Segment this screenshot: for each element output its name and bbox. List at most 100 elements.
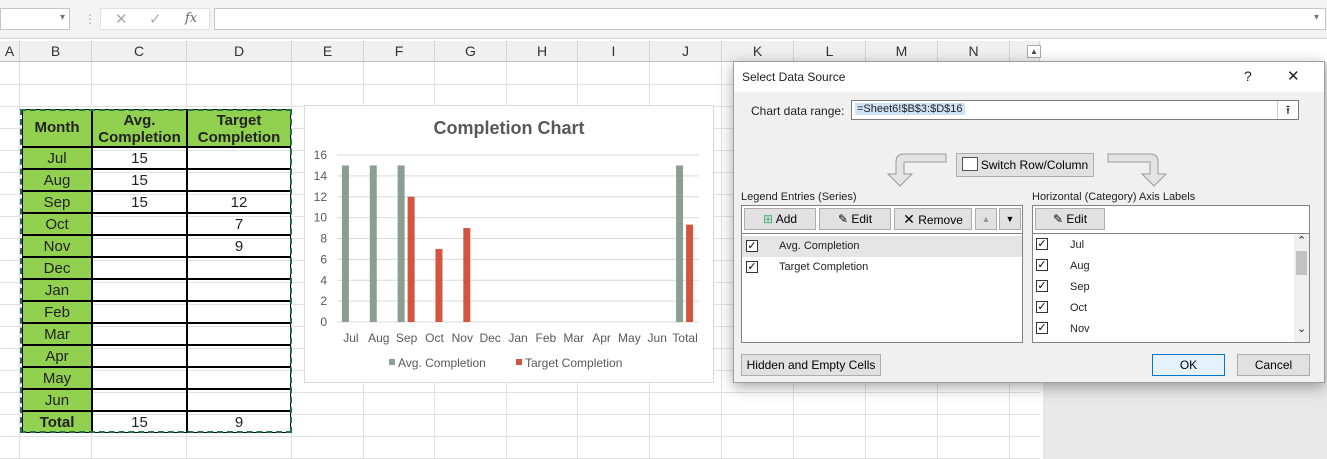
table-cell[interactable] xyxy=(187,389,291,411)
checkbox[interactable]: ✓ xyxy=(1036,259,1048,271)
table-cell[interactable]: Apr xyxy=(22,345,92,367)
checkbox[interactable]: ✓ xyxy=(1036,322,1048,334)
axis-label-item[interactable]: ✓ Jul xyxy=(1033,236,1293,257)
column-header-e[interactable]: E xyxy=(292,41,364,62)
name-box-dropdown-icon[interactable]: ▾ xyxy=(60,12,65,23)
column-header-j[interactable]: J xyxy=(650,41,722,62)
name-box[interactable]: ▾ xyxy=(0,8,70,30)
series-item[interactable]: ✓ Target Completion xyxy=(742,257,1022,278)
table-cell[interactable]: Jul xyxy=(22,147,92,169)
table-cell[interactable] xyxy=(92,345,187,367)
table-cell[interactable] xyxy=(92,213,187,235)
table-cell[interactable]: Dec xyxy=(22,257,92,279)
chart-range-input[interactable]: =Sheet6!$B$3:$D$16 ⭱ xyxy=(851,100,1299,120)
column-header-l[interactable]: L xyxy=(794,41,866,62)
checkbox[interactable]: ✓ xyxy=(1036,238,1048,250)
table-cell[interactable] xyxy=(187,323,291,345)
cancel-button[interactable]: Cancel xyxy=(1237,354,1310,376)
table-cell[interactable] xyxy=(92,323,187,345)
checkbox[interactable]: ✓ xyxy=(746,240,758,252)
table-cell[interactable] xyxy=(187,257,291,279)
table-cell[interactable] xyxy=(92,389,187,411)
table-cell[interactable] xyxy=(187,345,291,367)
insert-function-icon[interactable]: fx xyxy=(185,11,197,26)
axis-label-item[interactable]: ✓ Sep xyxy=(1033,278,1293,299)
close-icon[interactable]: ✕ xyxy=(1287,67,1300,85)
add-series-button[interactable]: ⊞ Add xyxy=(744,208,816,230)
table-cell[interactable] xyxy=(92,367,187,389)
table-cell[interactable] xyxy=(187,367,291,389)
axis-labels-list[interactable]: ⌃ ⌄ ✓ Jul ✓ Aug ✓ Sep ✓ Oct ✓ Nov xyxy=(1032,233,1310,343)
move-down-button[interactable]: ▼ xyxy=(999,208,1021,230)
axis-label-item[interactable]: ✓ Nov xyxy=(1033,320,1293,341)
table-cell[interactable]: Oct xyxy=(22,213,92,235)
table-total-cell[interactable]: 9 xyxy=(187,411,291,433)
table-cell[interactable]: May xyxy=(22,367,92,389)
formula-buttons: ✕ ✓ fx xyxy=(100,8,210,30)
table-cell[interactable] xyxy=(187,169,291,191)
hidden-empty-cells-button[interactable]: Hidden and Empty Cells xyxy=(741,354,881,376)
table-cell[interactable] xyxy=(187,301,291,323)
scroll-up-icon[interactable]: ⌃ xyxy=(1297,234,1306,247)
column-header-b[interactable]: B xyxy=(20,41,92,62)
table-total-cell[interactable]: 15 xyxy=(92,411,187,433)
column-header-d[interactable]: D xyxy=(187,41,292,62)
axis-list-scrollbar[interactable]: ⌃ ⌄ xyxy=(1294,234,1309,342)
table-cell[interactable]: Mar xyxy=(22,323,92,345)
checkbox[interactable]: ✓ xyxy=(1036,301,1048,313)
axis-label-item[interactable]: ✓ Aug xyxy=(1033,257,1293,278)
column-header-g[interactable]: G xyxy=(435,41,507,62)
table-cell[interactable] xyxy=(187,147,291,169)
completion-chart[interactable]: Completion Chart 0 2 4 6 8 10 12 14 16 Jul Aug Sep Oc… xyxy=(305,106,713,382)
column-header-i[interactable]: I xyxy=(578,41,650,62)
formula-input[interactable]: ▾ xyxy=(214,8,1326,30)
table-cell[interactable]: Jan xyxy=(22,279,92,301)
ok-button[interactable]: OK xyxy=(1152,354,1225,376)
formula-expand-icon[interactable]: ▾ xyxy=(1314,12,1319,23)
table-cell[interactable] xyxy=(92,235,187,257)
bar-avg xyxy=(341,165,349,322)
scroll-thumb[interactable] xyxy=(1296,251,1307,275)
axis-label-item[interactable]: ✓ Oct xyxy=(1033,299,1293,320)
column-header-f[interactable]: F xyxy=(364,41,435,62)
remove-series-button[interactable]: ✕ Remove xyxy=(894,208,972,230)
table-cell[interactable]: 15 xyxy=(92,191,187,213)
column-header-m[interactable]: M xyxy=(866,41,938,62)
enter-icon[interactable]: ✓ xyxy=(149,10,162,28)
help-icon[interactable]: ? xyxy=(1244,68,1252,84)
series-item[interactable]: ✓ Avg. Completion xyxy=(742,236,1022,257)
column-header-c[interactable]: C xyxy=(92,41,187,62)
table-cell[interactable]: Aug xyxy=(22,169,92,191)
table-cell[interactable]: 9 xyxy=(187,235,291,257)
column-header-k[interactable]: K xyxy=(722,41,794,62)
column-header-n[interactable]: N xyxy=(938,41,1010,62)
cancel-icon[interactable]: ✕ xyxy=(115,10,128,28)
collapse-dialog-icon[interactable]: ⭱ xyxy=(1277,101,1298,119)
switch-row-column-button[interactable]: Switch Row/Column xyxy=(956,153,1094,177)
checkbox[interactable]: ✓ xyxy=(1036,280,1048,292)
scroll-down-icon[interactable]: ⌄ xyxy=(1297,322,1306,335)
checkbox[interactable]: ✓ xyxy=(746,261,758,273)
move-up-button[interactable]: ▲ xyxy=(975,208,997,230)
table-cell[interactable] xyxy=(187,279,291,301)
table-cell[interactable] xyxy=(92,279,187,301)
table-cell[interactable]: 15 xyxy=(92,169,187,191)
edit-axis-button[interactable]: ✎ Edit xyxy=(1035,208,1105,230)
table-cell[interactable] xyxy=(92,301,187,323)
table-cell[interactable]: 15 xyxy=(92,147,187,169)
table-cell[interactable]: Feb xyxy=(22,301,92,323)
table-cell[interactable] xyxy=(92,257,187,279)
table-total-cell[interactable]: Total xyxy=(22,411,92,433)
column-header-h[interactable]: H xyxy=(507,41,578,62)
edit-series-button[interactable]: ✎ Edit xyxy=(819,208,891,230)
table-cell[interactable]: Nov xyxy=(22,235,92,257)
table-cell[interactable]: Jun xyxy=(22,389,92,411)
scroll-up-button[interactable]: ▲ xyxy=(1027,45,1041,58)
table-cell[interactable]: 7 xyxy=(187,213,291,235)
table-cell[interactable]: 12 xyxy=(187,191,291,213)
table-cell[interactable]: Sep xyxy=(22,191,92,213)
column-header-a[interactable]: A xyxy=(0,41,20,62)
series-list[interactable]: ✓ Avg. Completion ✓ Target Completion xyxy=(741,233,1023,343)
x-tick-label: Jun xyxy=(648,331,667,345)
chart-area[interactable]: Completion Chart 0 2 4 6 8 10 12 14 16 Jul Aug Sep Oc… xyxy=(304,105,714,383)
